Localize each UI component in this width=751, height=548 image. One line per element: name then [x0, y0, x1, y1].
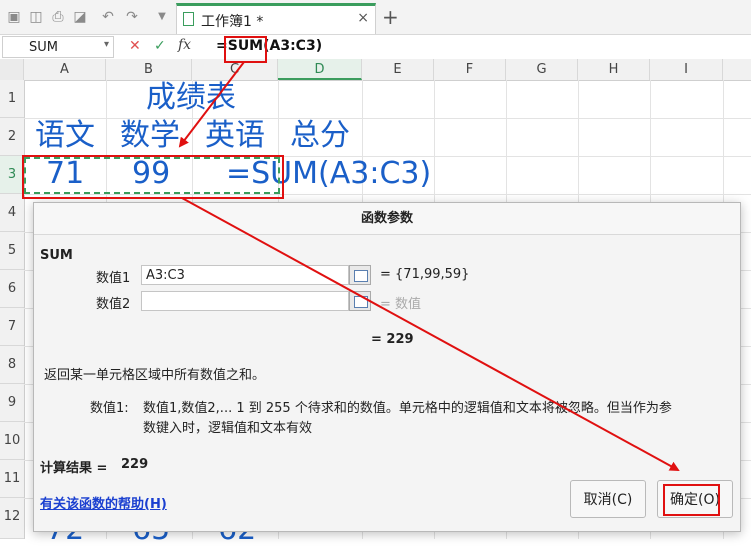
- annotation-arrows: [178, 61, 680, 471]
- annotation-arrow-to-ok: [181, 197, 680, 471]
- annotation-arrow-to-range: [178, 61, 245, 148]
